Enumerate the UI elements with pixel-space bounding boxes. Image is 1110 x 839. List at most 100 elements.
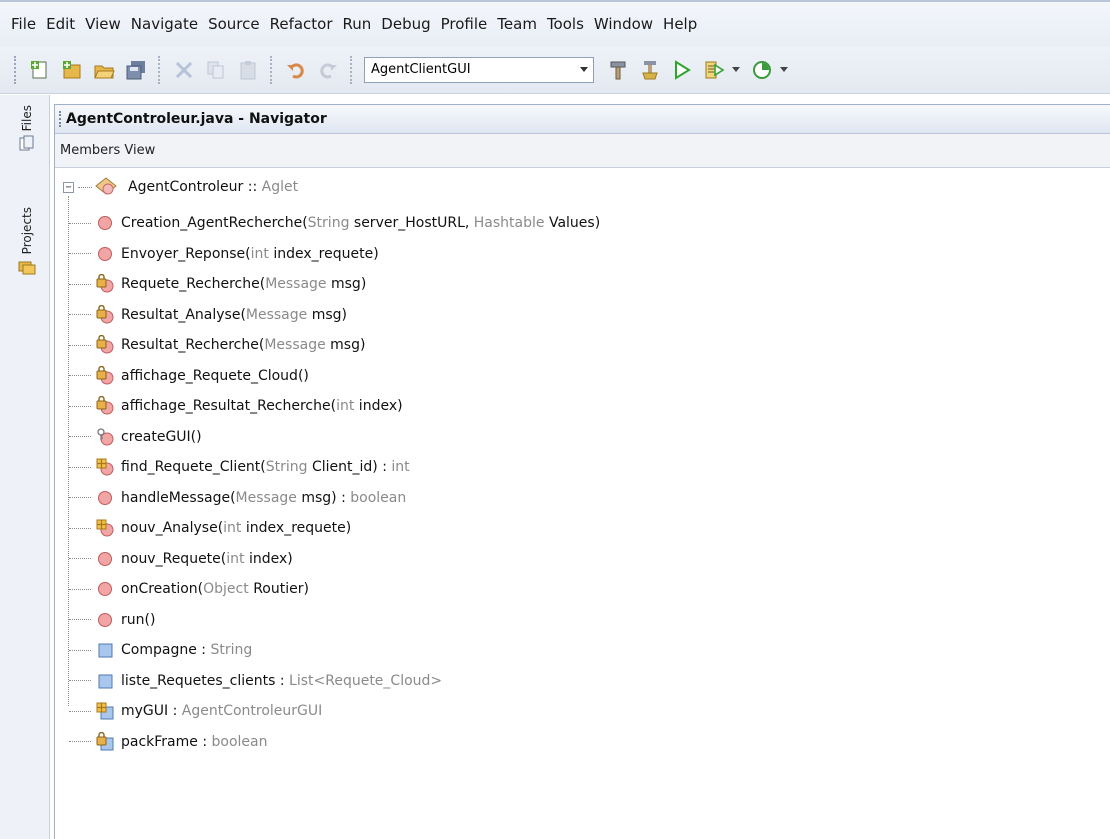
tree-member-item[interactable]: Resultat_Analyse(Message msg): [69, 300, 347, 330]
menu-source[interactable]: Source: [203, 11, 265, 37]
tab-files-label: Files: [20, 105, 34, 132]
member-signature: Resultat_Recherche(Message msg): [121, 337, 365, 353]
copy-button[interactable]: [202, 56, 230, 84]
profile-button[interactable]: [748, 56, 776, 84]
tab-files[interactable]: Files: [12, 105, 42, 153]
member-name-text: msg) :: [296, 489, 351, 506]
tree-connector: [69, 436, 91, 437]
menu-debug[interactable]: Debug: [376, 11, 435, 37]
tree-connector: [69, 558, 91, 559]
member-name-text: Resultat_Recherche(: [121, 337, 265, 353]
drag-grip-icon[interactable]: [59, 111, 62, 127]
hammer-icon: [610, 61, 626, 79]
tree-member-item[interactable]: affichage_Resultat_Recherche(int index): [69, 391, 403, 421]
member-type-text: int: [226, 550, 245, 567]
save-all-button[interactable]: [122, 56, 150, 84]
clean-build-button[interactable]: [636, 56, 664, 84]
member-type-text: Message: [245, 306, 308, 323]
protected-field-icon: [95, 701, 115, 721]
tree-connector: [78, 186, 92, 188]
copy-icon: [207, 61, 224, 78]
new-file-button[interactable]: [26, 56, 54, 84]
paste-button[interactable]: [234, 56, 262, 84]
menu-refactor[interactable]: Refactor: [265, 11, 338, 37]
menu-profile[interactable]: Profile: [436, 11, 493, 37]
menu-run[interactable]: Run: [338, 11, 377, 37]
member-signature: onCreation(Object Routier): [121, 581, 309, 597]
files-icon: [19, 135, 34, 151]
menu-team[interactable]: Team: [492, 11, 542, 37]
tab-projects[interactable]: Projects: [12, 207, 42, 276]
chevron-down-icon[interactable]: [730, 56, 742, 84]
member-signature: Creation_AgentRecherche(String server_Ho…: [121, 215, 600, 231]
member-name-text: affichage_Requete_Cloud(): [121, 367, 309, 384]
class-name: AgentControleur :: Aglet: [128, 179, 298, 195]
chevron-down-icon[interactable]: [573, 58, 593, 82]
member-signature: liste_Requetes_clients : List<Requete_Cl…: [121, 673, 442, 689]
member-name-text: Routier): [248, 581, 309, 597]
navigator-title-bar[interactable]: AgentControleur.java - Navigator: [55, 104, 1110, 134]
menu-edit[interactable]: Edit: [41, 11, 80, 37]
package-method-icon: [95, 427, 115, 447]
menu-tools[interactable]: Tools: [542, 11, 589, 37]
tree-member-item[interactable]: createGUI(): [69, 422, 202, 452]
tree-member-item[interactable]: onCreation(Object Routier): [69, 574, 309, 604]
member-name-text: index_requete): [268, 245, 379, 262]
new-project-button[interactable]: [58, 56, 86, 84]
tree-member-item[interactable]: Creation_AgentRecherche(String server_Ho…: [69, 208, 600, 238]
chevron-down-icon[interactable]: [778, 56, 790, 84]
tree-member-item[interactable]: find_Requete_Client(String Client_id) : …: [69, 452, 410, 482]
member-signature: Resultat_Analyse(Message msg): [121, 307, 347, 323]
project-configuration-select[interactable]: AgentClientGUI: [364, 56, 594, 83]
tree-root-class[interactable]: − AgentControleur :: Aglet: [63, 176, 298, 198]
tree-member-item[interactable]: handleMessage(Message msg) : boolean: [69, 483, 406, 513]
tree-member-item[interactable]: Envoyer_Reponse(int index_requete): [69, 239, 379, 269]
protected-method-icon: [95, 457, 115, 477]
member-name-text: msg): [326, 276, 367, 292]
main-toolbar: AgentClientGUI: [0, 46, 1110, 94]
tree-member-item[interactable]: run(): [69, 605, 155, 635]
member-name-text: affichage_Resultat_Recherche(: [121, 398, 337, 414]
tree-connector: [69, 344, 91, 346]
toolbar-separator: [350, 55, 354, 84]
tree-member-item[interactable]: affichage_Requete_Cloud(): [69, 361, 309, 391]
members-view-bar[interactable]: Members View: [55, 134, 1110, 168]
collapse-toggle-icon[interactable]: −: [63, 181, 74, 193]
tree-member-item[interactable]: Compagne : String: [69, 635, 252, 665]
tree-connector: [69, 253, 91, 254]
member-name-text: nouv_Analyse(: [121, 520, 224, 536]
tree-member-item[interactable]: packFrame : boolean: [69, 727, 268, 757]
tree-member-item[interactable]: liste_Requetes_clients : List<Requete_Cl…: [69, 666, 442, 696]
menu-view[interactable]: View: [80, 11, 126, 37]
tree-connector: [69, 741, 91, 742]
class-supertype: Aglet: [261, 179, 299, 195]
tree-member-item[interactable]: myGUI : AgentControleurGUI: [69, 696, 322, 726]
field-icon: [95, 671, 115, 691]
menu-file[interactable]: File: [6, 11, 41, 37]
toolbar-grip[interactable]: [14, 55, 18, 84]
tree-member-item[interactable]: Resultat_Recherche(Message msg): [69, 330, 365, 360]
navigator-panel: AgentControleur.java - Navigator Members…: [54, 104, 1110, 839]
menu-navigate[interactable]: Navigate: [126, 11, 203, 37]
cut-button[interactable]: [170, 56, 198, 84]
private-method-icon: [95, 274, 115, 294]
tree-member-item[interactable]: nouv_Requete(int index): [69, 544, 293, 574]
tree-member-item[interactable]: Requete_Recherche(Message msg): [69, 269, 366, 299]
member-type-text: Object: [203, 581, 249, 597]
member-type-text: AgentControleurGUI: [181, 703, 323, 719]
menu-help[interactable]: Help: [658, 11, 702, 37]
open-project-button[interactable]: [90, 56, 118, 84]
member-type-text: Message: [264, 337, 326, 353]
public-method-icon: [95, 244, 115, 264]
member-name-text: index): [244, 550, 293, 567]
cut-icon: [175, 61, 193, 78]
member-name-text: server_HostURL,: [349, 215, 474, 231]
undo-button[interactable]: [282, 56, 310, 84]
build-button[interactable]: [604, 56, 632, 84]
menu-window[interactable]: Window: [589, 11, 658, 37]
tree-member-item[interactable]: nouv_Analyse(int index_requete): [69, 513, 351, 543]
debug-button[interactable]: [700, 56, 728, 84]
redo-button[interactable]: [314, 56, 342, 84]
run-button[interactable]: [668, 56, 696, 84]
member-name-text: msg): [307, 306, 347, 323]
